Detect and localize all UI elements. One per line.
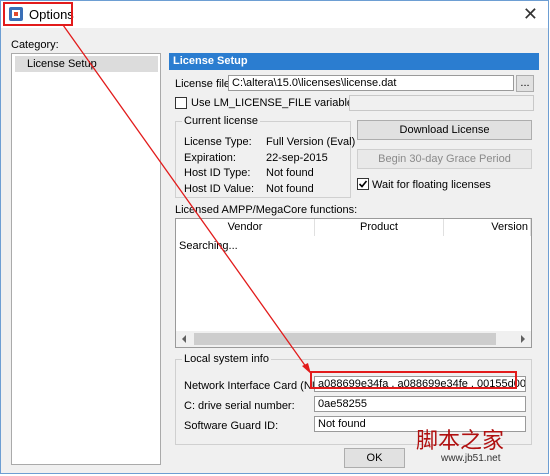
lm-license-label: Use LM_LICENSE_FILE variable: xyxy=(191,97,357,109)
floating-license-checkbox[interactable] xyxy=(357,178,369,190)
scroll-right-icon[interactable] xyxy=(519,335,527,343)
current-license-title: Current license xyxy=(182,115,260,127)
expiration-value: 22-sep-2015 xyxy=(266,152,328,164)
category-item-license-setup[interactable]: License Setup xyxy=(15,56,158,72)
floating-license-label: Wait for floating licenses xyxy=(372,179,491,191)
functions-list[interactable]: Vendor Product Version Searching... xyxy=(175,218,532,348)
drive-serial-field[interactable]: 0ae58255 xyxy=(314,396,526,412)
watermark-url: www.jb51.net xyxy=(441,453,501,464)
column-product[interactable]: Product xyxy=(315,219,444,236)
local-system-title: Local system info xyxy=(182,353,271,365)
category-list[interactable]: License Setup xyxy=(11,53,161,465)
watermark-title: 脚本之家 xyxy=(416,429,505,454)
searching-status: Searching... xyxy=(179,240,238,252)
browse-button[interactable]: ... xyxy=(516,75,534,92)
drive-serial-label: C: drive serial number: xyxy=(184,400,295,412)
lm-license-input[interactable] xyxy=(349,95,534,111)
license-type-label: License Type: xyxy=(184,136,252,148)
title-bar[interactable]: Options ✕ xyxy=(1,1,548,28)
checkmark-icon xyxy=(358,180,368,188)
category-label: Category: xyxy=(11,39,59,51)
host-id-value-label: Host ID Value: xyxy=(184,183,255,195)
options-dialog: Options ✕ Category: License Setup Licens… xyxy=(0,0,549,474)
host-id-value: Not found xyxy=(266,183,314,195)
column-version[interactable]: Version xyxy=(444,219,531,236)
download-license-button[interactable]: Download License xyxy=(357,120,532,140)
guard-id-label: Software Guard ID: xyxy=(184,420,279,432)
grace-period-button[interactable]: Begin 30-day Grace Period xyxy=(357,149,532,169)
host-id-type-value: Not found xyxy=(266,167,314,179)
ok-button[interactable]: OK xyxy=(344,448,405,468)
license-type-value: Full Version (Eval) xyxy=(266,136,356,148)
lm-license-checkbox[interactable] xyxy=(175,97,187,109)
horizontal-scrollbar[interactable] xyxy=(176,331,531,347)
license-file-input[interactable]: C:\altera\15.0\licenses\license.dat xyxy=(228,75,514,91)
license-file-label: License file: xyxy=(175,78,234,90)
panel-header: License Setup xyxy=(169,53,539,70)
scroll-thumb[interactable] xyxy=(194,333,496,345)
expiration-label: Expiration: xyxy=(184,152,236,164)
nic-highlight-box xyxy=(310,371,517,389)
functions-label: Licensed AMPP/MegaCore functions: xyxy=(175,204,358,216)
close-icon[interactable]: ✕ xyxy=(523,4,538,24)
current-license-group: Current license License Type: Full Versi… xyxy=(175,115,355,198)
column-vendor[interactable]: Vendor xyxy=(176,219,315,236)
scroll-left-icon[interactable] xyxy=(180,335,188,343)
host-id-type-label: Host ID Type: xyxy=(184,167,251,179)
title-highlight-box xyxy=(3,2,73,26)
